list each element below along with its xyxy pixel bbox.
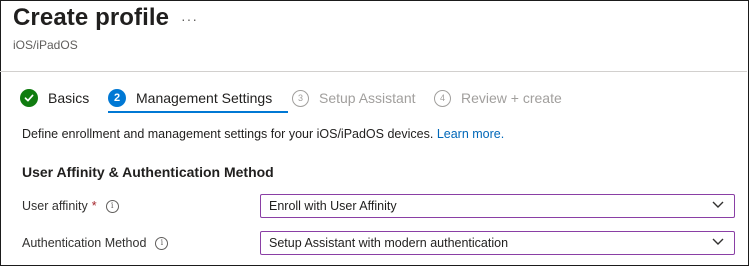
checkmark-icon (20, 89, 38, 107)
info-icon[interactable]: i (105, 199, 119, 213)
user-affinity-label-text: User affinity (22, 199, 88, 213)
header-divider (0, 71, 747, 72)
section-heading: User Affinity & Authentication Method (22, 164, 274, 180)
info-icon[interactable]: i (155, 236, 169, 250)
page-title: Create profile (13, 4, 170, 31)
step-management-settings[interactable]: 2 Management Settings (108, 85, 272, 111)
required-indicator: * (91, 199, 97, 213)
step-basics[interactable]: Basics (20, 85, 89, 111)
user-affinity-value: Enroll with User Affinity (269, 199, 397, 213)
active-step-underline (108, 111, 288, 113)
learn-more-link[interactable]: Learn more. (437, 127, 504, 141)
description-text: Define enrollment and management setting… (22, 127, 504, 141)
user-affinity-dropdown[interactable]: Enroll with User Affinity (260, 194, 735, 218)
step-label: Basics (48, 90, 90, 106)
step-number-3-icon: 3 (292, 89, 309, 107)
auth-method-label: Authentication Method i (22, 236, 169, 250)
step-label: Setup Assistant (319, 90, 416, 106)
description-body: Define enrollment and management setting… (22, 127, 434, 141)
auth-method-value: Setup Assistant with modern authenticati… (269, 236, 509, 250)
step-number-2-icon: 2 (108, 89, 126, 107)
chevron-down-icon (712, 238, 724, 245)
step-review-create[interactable]: 4 Review + create (434, 85, 562, 111)
auth-method-label-text: Authentication Method (22, 236, 147, 250)
page-subtitle: iOS/iPadOS (13, 38, 78, 52)
step-number-4-icon: 4 (434, 89, 451, 107)
more-ellipsis-icon[interactable]: ··· (181, 11, 198, 27)
step-label: Management Settings (136, 90, 273, 106)
user-affinity-label: User affinity * i (22, 199, 119, 213)
auth-method-dropdown[interactable]: Setup Assistant with modern authenticati… (260, 231, 735, 255)
step-label: Review + create (461, 90, 562, 106)
step-setup-assistant[interactable]: 3 Setup Assistant (292, 85, 416, 111)
chevron-down-icon (712, 201, 724, 208)
